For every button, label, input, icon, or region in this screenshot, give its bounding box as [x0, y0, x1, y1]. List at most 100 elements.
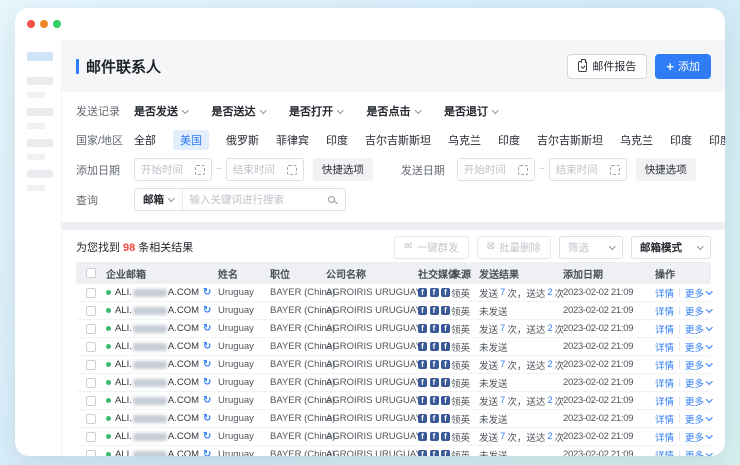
- bulk-delete-button[interactable]: ⊠ 批量删除: [477, 236, 551, 259]
- facebook-icon[interactable]: f: [418, 432, 427, 441]
- country-option[interactable]: 吉尔吉斯斯坦: [365, 132, 431, 148]
- add-date-end-input[interactable]: [226, 158, 304, 181]
- filter-select[interactable]: 筛选: [559, 236, 623, 259]
- facebook-icon[interactable]: f: [430, 432, 439, 441]
- country-option[interactable]: 乌克兰: [448, 132, 481, 148]
- facebook-icon[interactable]: f: [441, 450, 450, 456]
- verify-icon[interactable]: ↻: [203, 450, 211, 457]
- select-all-checkbox[interactable]: [86, 268, 96, 278]
- add-date-quick-options-button[interactable]: 快捷选项: [313, 158, 373, 181]
- facebook-icon[interactable]: f: [441, 288, 450, 297]
- bulk-send-button[interactable]: ✉ 一键群发: [394, 236, 468, 259]
- email-report-button[interactable]: 邮件报告: [567, 54, 647, 79]
- facebook-icon[interactable]: f: [441, 396, 450, 405]
- facebook-icon[interactable]: f: [441, 360, 450, 369]
- details-link[interactable]: 详情: [655, 340, 674, 354]
- verify-icon[interactable]: ↻: [203, 288, 211, 298]
- row-checkbox[interactable]: [86, 396, 96, 406]
- facebook-icon[interactable]: f: [430, 306, 439, 315]
- more-link[interactable]: 更多: [685, 340, 712, 354]
- facebook-icon[interactable]: f: [430, 396, 439, 405]
- verify-icon[interactable]: ↻: [203, 396, 211, 406]
- verify-icon[interactable]: ↻: [203, 432, 211, 442]
- facebook-icon[interactable]: f: [418, 360, 427, 369]
- row-checkbox[interactable]: [86, 432, 96, 442]
- send-filter-dropdown[interactable]: 是否发送: [134, 103, 188, 119]
- country-option[interactable]: 印度: [670, 132, 692, 148]
- country-option[interactable]: 菲律宾: [276, 132, 309, 148]
- send-date-quick-options-button[interactable]: 快捷选项: [636, 158, 696, 181]
- more-link[interactable]: 更多: [685, 322, 712, 336]
- facebook-icon[interactable]: f: [441, 414, 450, 423]
- details-link[interactable]: 详情: [655, 286, 674, 300]
- country-option[interactable]: 全部: [134, 132, 156, 148]
- facebook-icon[interactable]: f: [418, 396, 427, 405]
- details-link[interactable]: 详情: [655, 358, 674, 372]
- window-zoom-button[interactable]: [53, 20, 61, 28]
- send-filter-dropdown[interactable]: 是否点击: [367, 103, 421, 119]
- facebook-icon[interactable]: f: [430, 450, 439, 456]
- facebook-icon[interactable]: f: [430, 342, 439, 351]
- end-time-field[interactable]: [556, 164, 606, 176]
- details-link[interactable]: 详情: [655, 322, 674, 336]
- facebook-icon[interactable]: f: [430, 414, 439, 423]
- row-checkbox[interactable]: [86, 324, 96, 334]
- facebook-icon[interactable]: f: [418, 378, 427, 387]
- country-option[interactable]: 吉尔吉斯斯坦: [537, 132, 603, 148]
- country-option[interactable]: 俄罗斯: [226, 132, 259, 148]
- country-option[interactable]: 美国: [173, 130, 209, 150]
- verify-icon[interactable]: ↻: [203, 414, 211, 424]
- query-field-select[interactable]: 邮箱: [135, 192, 182, 207]
- add-date-start-input[interactable]: [134, 158, 212, 181]
- details-link[interactable]: 详情: [655, 430, 674, 444]
- row-checkbox[interactable]: [86, 414, 96, 424]
- send-date-start-input[interactable]: [457, 158, 535, 181]
- facebook-icon[interactable]: f: [441, 324, 450, 333]
- facebook-icon[interactable]: f: [430, 360, 439, 369]
- add-button[interactable]: + 添加: [655, 54, 711, 79]
- row-checkbox[interactable]: [86, 360, 96, 370]
- facebook-icon[interactable]: f: [441, 432, 450, 441]
- facebook-icon[interactable]: f: [418, 288, 427, 297]
- details-link[interactable]: 详情: [655, 304, 674, 318]
- end-time-field[interactable]: [233, 164, 283, 176]
- facebook-icon[interactable]: f: [441, 342, 450, 351]
- details-link[interactable]: 详情: [655, 394, 674, 408]
- verify-icon[interactable]: ↻: [203, 306, 211, 316]
- facebook-icon[interactable]: f: [441, 378, 450, 387]
- facebook-icon[interactable]: f: [430, 324, 439, 333]
- row-checkbox[interactable]: [86, 288, 96, 298]
- window-minimize-button[interactable]: [40, 20, 48, 28]
- details-link[interactable]: 详情: [655, 412, 674, 426]
- start-time-field[interactable]: [464, 164, 514, 176]
- facebook-icon[interactable]: f: [418, 450, 427, 456]
- facebook-icon[interactable]: f: [430, 288, 439, 297]
- details-link[interactable]: 详情: [655, 376, 674, 390]
- more-link[interactable]: 更多: [685, 286, 712, 300]
- facebook-icon[interactable]: f: [418, 306, 427, 315]
- more-link[interactable]: 更多: [685, 412, 712, 426]
- facebook-icon[interactable]: f: [441, 306, 450, 315]
- send-filter-dropdown[interactable]: 是否送达: [212, 103, 266, 119]
- row-checkbox[interactable]: [86, 450, 96, 457]
- verify-icon[interactable]: ↻: [203, 378, 211, 388]
- window-close-button[interactable]: [27, 20, 35, 28]
- more-link[interactable]: 更多: [685, 448, 712, 457]
- country-option[interactable]: 印度: [326, 132, 348, 148]
- send-date-end-input[interactable]: [549, 158, 627, 181]
- row-checkbox[interactable]: [86, 378, 96, 388]
- row-checkbox[interactable]: [86, 342, 96, 352]
- verify-icon[interactable]: ↻: [203, 360, 211, 370]
- verify-icon[interactable]: ↻: [203, 324, 211, 334]
- more-link[interactable]: 更多: [685, 394, 712, 408]
- row-checkbox[interactable]: [86, 306, 96, 316]
- verify-icon[interactable]: ↻: [203, 342, 211, 352]
- country-option[interactable]: 印度: [498, 132, 520, 148]
- more-link[interactable]: 更多: [685, 358, 712, 372]
- facebook-icon[interactable]: f: [418, 342, 427, 351]
- facebook-icon[interactable]: f: [418, 414, 427, 423]
- more-link[interactable]: 更多: [685, 304, 712, 318]
- mode-select[interactable]: 邮箱模式: [631, 236, 711, 259]
- start-time-field[interactable]: [141, 164, 191, 176]
- search-input[interactable]: [183, 194, 329, 206]
